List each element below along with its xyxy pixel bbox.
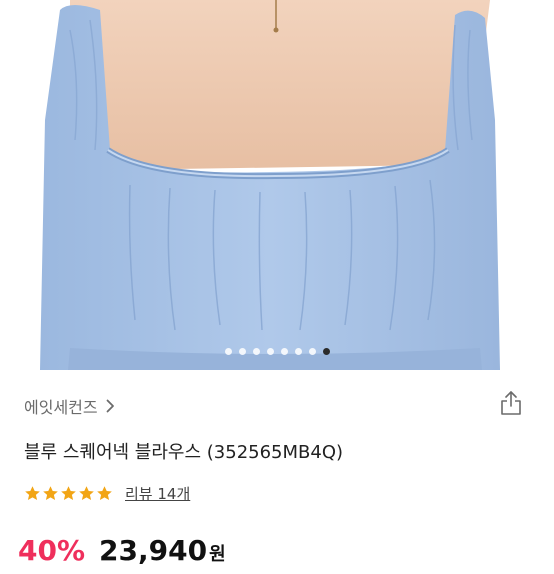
share-button[interactable] (496, 390, 526, 420)
carousel-indicator (0, 344, 554, 358)
sale-price: 23,940 (99, 534, 208, 567)
carousel-dot[interactable] (294, 347, 302, 355)
product-image-carousel[interactable] (0, 0, 554, 370)
price-row: 40% 23,940 원 (18, 534, 226, 574)
carousel-dot[interactable] (280, 347, 288, 355)
carousel-dot[interactable] (308, 347, 316, 355)
currency-unit: 원 (209, 544, 226, 565)
discount-rate: 40% (18, 534, 86, 567)
star-icon (61, 485, 76, 500)
star-icon (43, 485, 58, 500)
chevron-right-icon (106, 399, 115, 413)
star-icon (97, 485, 112, 500)
carousel-dot[interactable] (224, 347, 232, 355)
carousel-dot[interactable] (252, 347, 260, 355)
star-rating (24, 485, 113, 502)
carousel-dot[interactable] (238, 347, 246, 355)
brand-link[interactable]: 에잇세컨즈 (24, 392, 115, 420)
carousel-dot[interactable] (266, 347, 274, 355)
review-count-link[interactable]: 리뷰 14개 (125, 483, 190, 504)
product-photo (0, 0, 554, 370)
rating-row: 리뷰 14개 (24, 482, 190, 504)
share-icon (499, 390, 523, 420)
star-icon (25, 485, 40, 500)
brand-name: 에잇세컨즈 (24, 398, 98, 417)
carousel-dot[interactable] (322, 347, 330, 355)
star-icon (79, 485, 94, 500)
product-title: 블루 스퀘어넥 블라우스 (352565MB4Q) (24, 442, 344, 463)
